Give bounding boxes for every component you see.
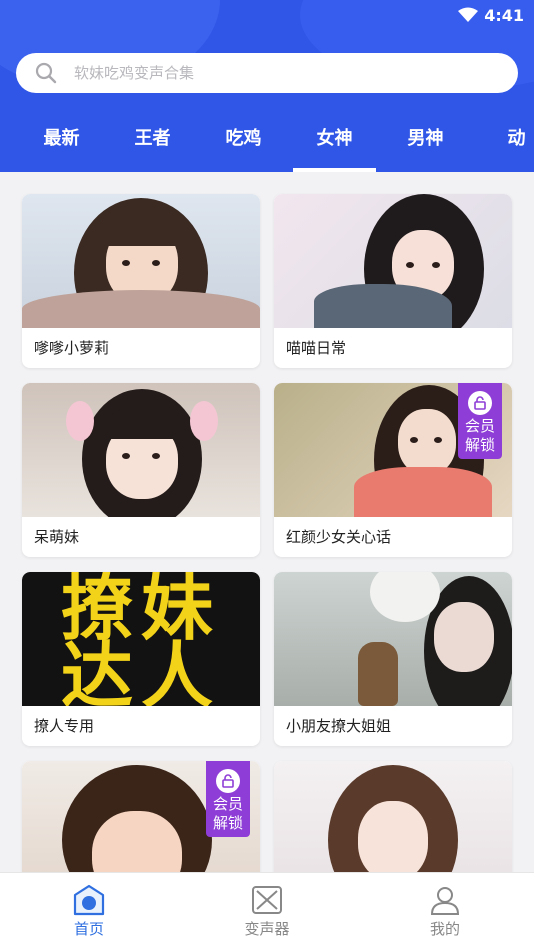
voice-card[interactable]: 撩妹 达人 撩人专用 bbox=[22, 572, 260, 746]
voice-card[interactable]: 喵喵日常 bbox=[274, 194, 512, 368]
voice-card[interactable]: 小朋友撩大姐姐 bbox=[274, 572, 512, 746]
search-icon[interactable] bbox=[34, 61, 58, 85]
wifi-icon bbox=[458, 7, 479, 22]
card-thumbnail bbox=[22, 383, 260, 517]
image-text-line: 达人 bbox=[60, 634, 221, 706]
badge-text: 解锁 bbox=[212, 814, 243, 832]
status-time: 4:41 bbox=[484, 5, 524, 25]
voice-card[interactable]: 呆萌妹 bbox=[22, 383, 260, 557]
card-image-text: 撩妹 达人 bbox=[22, 572, 260, 706]
nav-label: 变声器 bbox=[244, 919, 290, 938]
nav-label: 我的 bbox=[429, 919, 460, 938]
nav-profile[interactable]: 我的 bbox=[385, 884, 505, 939]
badge-text: 解锁 bbox=[464, 436, 495, 454]
search-input[interactable] bbox=[72, 63, 476, 83]
card-title: 喵喵日常 bbox=[286, 339, 347, 357]
card-thumbnail: 撩妹 达人 bbox=[22, 572, 260, 706]
tab-male-god[interactable]: 男神 bbox=[380, 120, 471, 172]
nav-label: 首页 bbox=[73, 919, 104, 938]
card-thumbnail bbox=[274, 572, 512, 706]
status-bar: 4:41 bbox=[458, 4, 524, 26]
nav-voice-changer[interactable]: 变声器 bbox=[207, 884, 327, 939]
voice-card[interactable]: 嗲嗲小萝莉 bbox=[22, 194, 260, 368]
card-title: 撩人专用 bbox=[34, 717, 95, 735]
card-title: 呆萌妹 bbox=[34, 528, 80, 546]
bottom-nav: 首页 变声器 我的 bbox=[0, 872, 534, 949]
badge-text: 会员 bbox=[212, 795, 243, 813]
voice-card[interactable]: 会员 解锁 红颜少女关心话 bbox=[274, 383, 512, 557]
user-icon bbox=[430, 886, 460, 915]
card-title: 红颜少女关心话 bbox=[286, 528, 392, 546]
image-text-line: 撩妹 bbox=[60, 572, 221, 650]
tab-king[interactable]: 王者 bbox=[107, 120, 198, 172]
nav-home[interactable]: 首页 bbox=[29, 884, 149, 939]
badge-text: 会员 bbox=[464, 417, 495, 435]
tab-latest[interactable]: 最新 bbox=[16, 120, 107, 172]
search-bar[interactable] bbox=[16, 53, 518, 93]
voice-changer-icon bbox=[252, 885, 282, 914]
tab-chicken[interactable]: 吃鸡 bbox=[198, 120, 289, 172]
unlock-icon bbox=[468, 391, 492, 415]
category-tabs: 最新 王者 吃鸡 女神 男神 动 bbox=[0, 120, 534, 172]
vip-unlock-badge: 会员 解锁 bbox=[458, 383, 502, 459]
header: 4:41 最新 王者 吃鸡 女神 男神 动 bbox=[0, 0, 534, 172]
home-icon bbox=[73, 884, 105, 915]
card-title: 小朋友撩大姐姐 bbox=[286, 717, 392, 735]
voice-pack-grid: 嗲嗲小萝莉 喵喵日常 呆萌妹 会员 解锁 红颜少女关心话 撩妹 达人 撩人专用 … bbox=[22, 194, 512, 935]
tab-anime[interactable]: 动 bbox=[471, 120, 534, 172]
card-thumbnail bbox=[274, 194, 512, 328]
card-thumbnail bbox=[22, 194, 260, 328]
vip-unlock-badge: 会员 解锁 bbox=[206, 761, 250, 837]
card-title: 嗲嗲小萝莉 bbox=[34, 339, 110, 357]
unlock-icon bbox=[216, 769, 240, 793]
tab-goddess[interactable]: 女神 bbox=[289, 120, 380, 172]
